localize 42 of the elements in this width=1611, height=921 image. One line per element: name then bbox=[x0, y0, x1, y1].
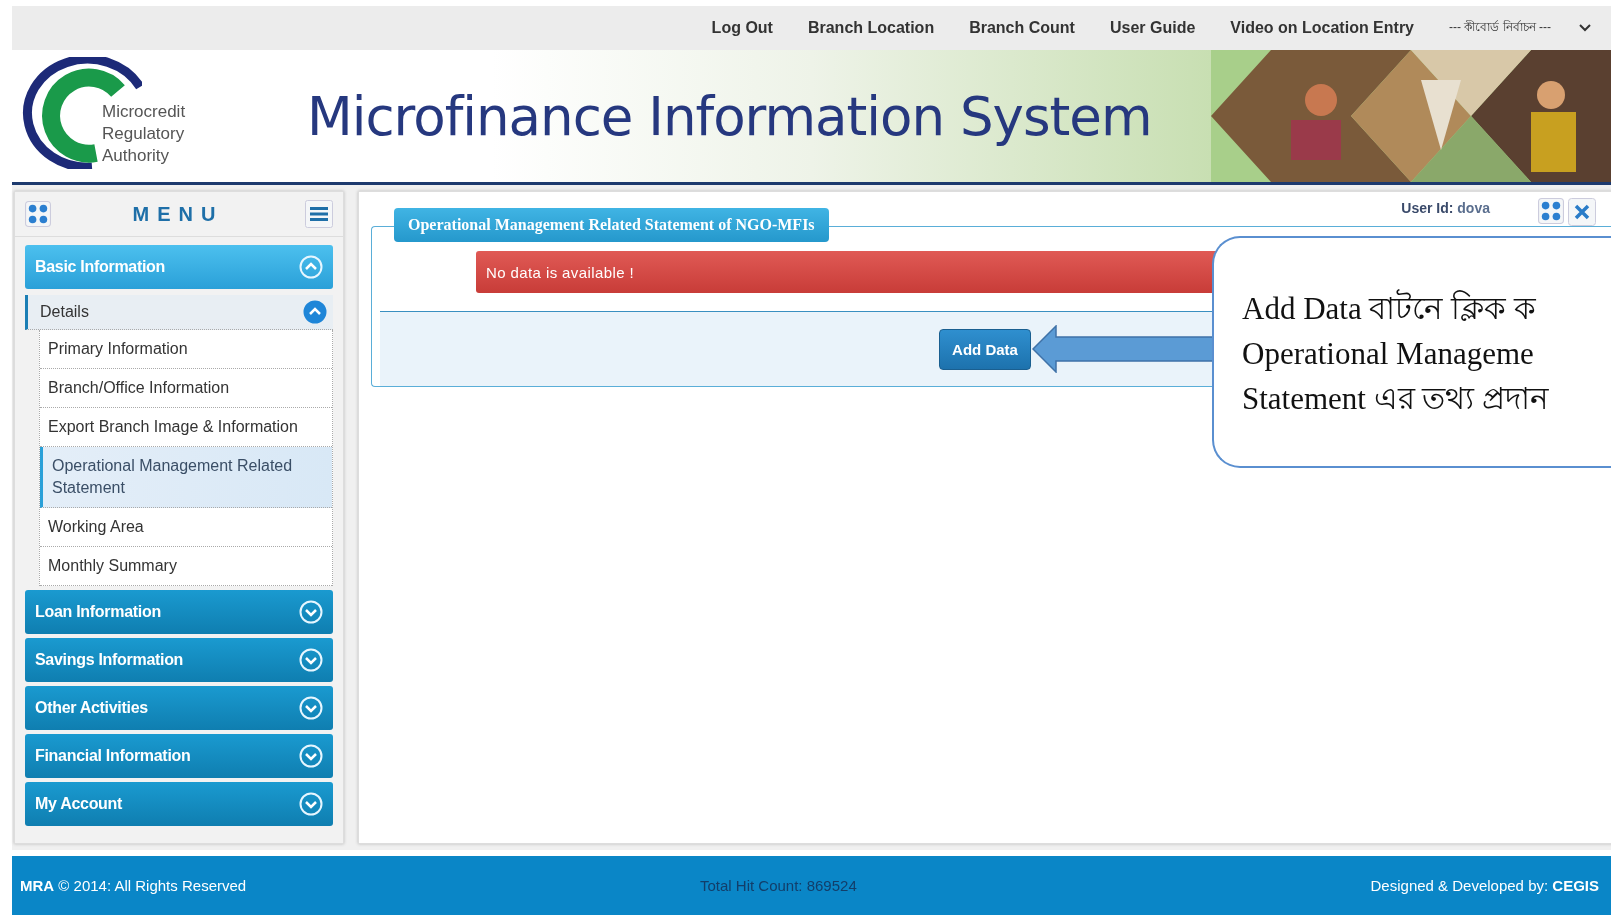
logo-text: Authority bbox=[102, 145, 171, 167]
menu-title: MENU bbox=[132, 202, 224, 226]
panel-title: Operational Management Related Statement of NGO-MFIs bbox=[394, 208, 829, 242]
expand-icon[interactable] bbox=[25, 201, 51, 227]
close-icon[interactable] bbox=[1568, 198, 1596, 226]
menu-item[interactable]: Operational Management Related Statement bbox=[40, 447, 332, 508]
user-id: User Id: dova bbox=[1401, 200, 1490, 216]
caret-icon bbox=[1579, 24, 1591, 32]
chevron-down-icon[interactable] bbox=[299, 696, 323, 720]
expand-icon[interactable] bbox=[1538, 198, 1564, 224]
menu-item[interactable]: Primary Information bbox=[40, 330, 332, 369]
top-nav-link[interactable]: User Guide bbox=[1109, 19, 1196, 37]
callout-text: Operational Manageme bbox=[1242, 335, 1534, 373]
copyright-text: MRA © 2014: All Rights Reserved bbox=[20, 877, 247, 894]
menu-section[interactable]: Other Activities bbox=[25, 686, 333, 730]
menu-item[interactable]: Branch/Office Information bbox=[40, 369, 332, 408]
top-nav-link[interactable]: Branch Location bbox=[807, 19, 935, 37]
chevron-up-icon[interactable] bbox=[303, 300, 327, 324]
chevron-down-icon[interactable] bbox=[299, 600, 323, 624]
top-nav-link[interactable]: Log Out bbox=[711, 19, 773, 37]
menu-section[interactable]: Savings Information bbox=[25, 638, 333, 682]
callout-text: Add Data বাটনে ক্লিক ক bbox=[1242, 288, 1536, 328]
keyboard-select[interactable]: --- কীবোর্ড নির্বাচন --- bbox=[1449, 18, 1591, 38]
chevron-down-icon[interactable] bbox=[299, 744, 323, 768]
credits-text: Designed & Developed by: CEGIS bbox=[1370, 877, 1599, 894]
hit-count: Total Hit Count: 869524 bbox=[699, 877, 857, 894]
menu-group[interactable]: Details bbox=[25, 295, 333, 330]
menu-section[interactable]: Financial Information bbox=[25, 734, 333, 778]
menu-section[interactable]: My Account bbox=[25, 782, 333, 826]
top-nav-link[interactable]: Video on Location Entry bbox=[1230, 19, 1414, 37]
logo-text: Microcredit bbox=[102, 101, 186, 123]
add-data-button[interactable]: Add Data bbox=[939, 328, 1031, 370]
chevron-down-icon[interactable] bbox=[299, 648, 323, 672]
menu-icon[interactable] bbox=[305, 200, 333, 228]
menu-section[interactable]: Loan Information bbox=[25, 590, 333, 634]
menu-item[interactable]: Monthly Summary bbox=[40, 547, 332, 586]
callout-text: Statement এর তথ্য প্রদান bbox=[1242, 380, 1550, 418]
site-title: Microfinance Information System bbox=[307, 85, 1152, 147]
logo-text: Regulatory bbox=[102, 123, 186, 145]
menu-item[interactable]: Working Area bbox=[40, 508, 332, 547]
top-nav-link[interactable]: Branch Count bbox=[969, 19, 1075, 37]
chevron-down-icon[interactable] bbox=[299, 792, 323, 816]
